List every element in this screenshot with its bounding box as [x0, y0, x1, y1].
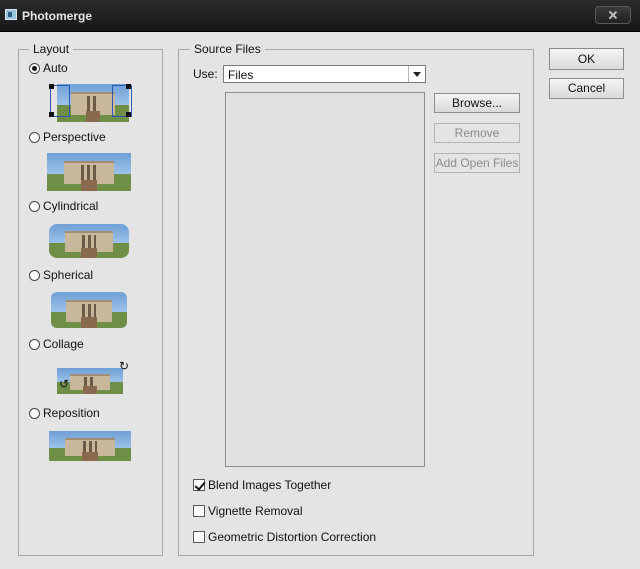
perspective-preview-image	[47, 153, 131, 191]
add-open-files-button[interactable]: Add Open Files	[434, 153, 520, 173]
reposition-preview-image	[49, 431, 131, 461]
radio-button[interactable]	[29, 269, 40, 281]
radio-label: Collage	[43, 337, 84, 351]
layout-option-auto[interactable]: Auto	[29, 60, 68, 76]
checkbox[interactable]	[193, 479, 205, 491]
cylindrical-preview-image	[49, 224, 129, 258]
source-files-list[interactable]	[225, 92, 425, 467]
radio-button[interactable]	[29, 200, 40, 212]
window-title: Photomerge	[22, 9, 93, 23]
rotate-arrow-icon: ↺	[59, 377, 70, 391]
checkbox[interactable]	[193, 505, 205, 517]
browse-button[interactable]: Browse...	[434, 93, 520, 113]
layout-option-perspective[interactable]: Perspective	[29, 129, 106, 145]
layout-group: Layout Auto Perspective Cylindrical Sphe…	[18, 42, 163, 556]
use-dropdown-value: Files	[228, 68, 254, 82]
checkbox[interactable]	[193, 531, 205, 543]
radio-label: Perspective	[43, 130, 106, 144]
radio-button[interactable]	[29, 407, 40, 419]
rotate-arrow-icon: ↻	[119, 359, 130, 373]
chevron-down-icon[interactable]	[408, 66, 425, 82]
use-dropdown[interactable]: Files	[223, 65, 426, 83]
use-label: Use:	[193, 67, 218, 81]
radio-label: Cylindrical	[43, 199, 99, 213]
layout-option-collage[interactable]: Collage	[29, 336, 84, 352]
blend-images-option[interactable]: Blend Images Together	[193, 477, 331, 493]
corner-handle-icon	[49, 84, 54, 89]
checkbox-label: Blend Images Together	[208, 478, 332, 492]
radio-button[interactable]	[29, 338, 40, 350]
app-icon	[5, 9, 17, 20]
layout-option-reposition[interactable]: Reposition	[29, 405, 100, 421]
ok-button[interactable]: OK	[549, 48, 624, 70]
checkbox-label: Vignette Removal	[208, 504, 303, 518]
radio-label: Reposition	[43, 406, 100, 420]
source-files-legend: Source Files	[190, 42, 265, 56]
corner-handle-icon	[126, 112, 131, 117]
corner-handle-icon	[49, 112, 54, 117]
radio-button[interactable]	[29, 62, 40, 74]
spherical-preview-image	[51, 292, 127, 328]
vignette-removal-option[interactable]: Vignette Removal	[193, 503, 303, 519]
layout-legend: Layout	[29, 42, 74, 56]
layout-option-spherical[interactable]: Spherical	[29, 267, 93, 283]
radio-label: Spherical	[43, 268, 94, 282]
close-button[interactable]	[595, 6, 631, 24]
corner-handle-icon	[126, 84, 131, 89]
layout-option-cylindrical[interactable]: Cylindrical	[29, 198, 98, 214]
radio-button[interactable]	[29, 131, 40, 143]
photomerge-dialog: Photomerge Layout Auto Perspective Cylin…	[0, 0, 640, 569]
geometric-distortion-option[interactable]: Geometric Distortion Correction	[193, 529, 376, 545]
remove-button[interactable]: Remove	[434, 123, 520, 143]
title-bar: Photomerge	[0, 0, 640, 32]
radio-label: Auto	[43, 61, 68, 75]
checkbox-label: Geometric Distortion Correction	[208, 530, 377, 544]
cancel-button[interactable]: Cancel	[549, 78, 624, 99]
